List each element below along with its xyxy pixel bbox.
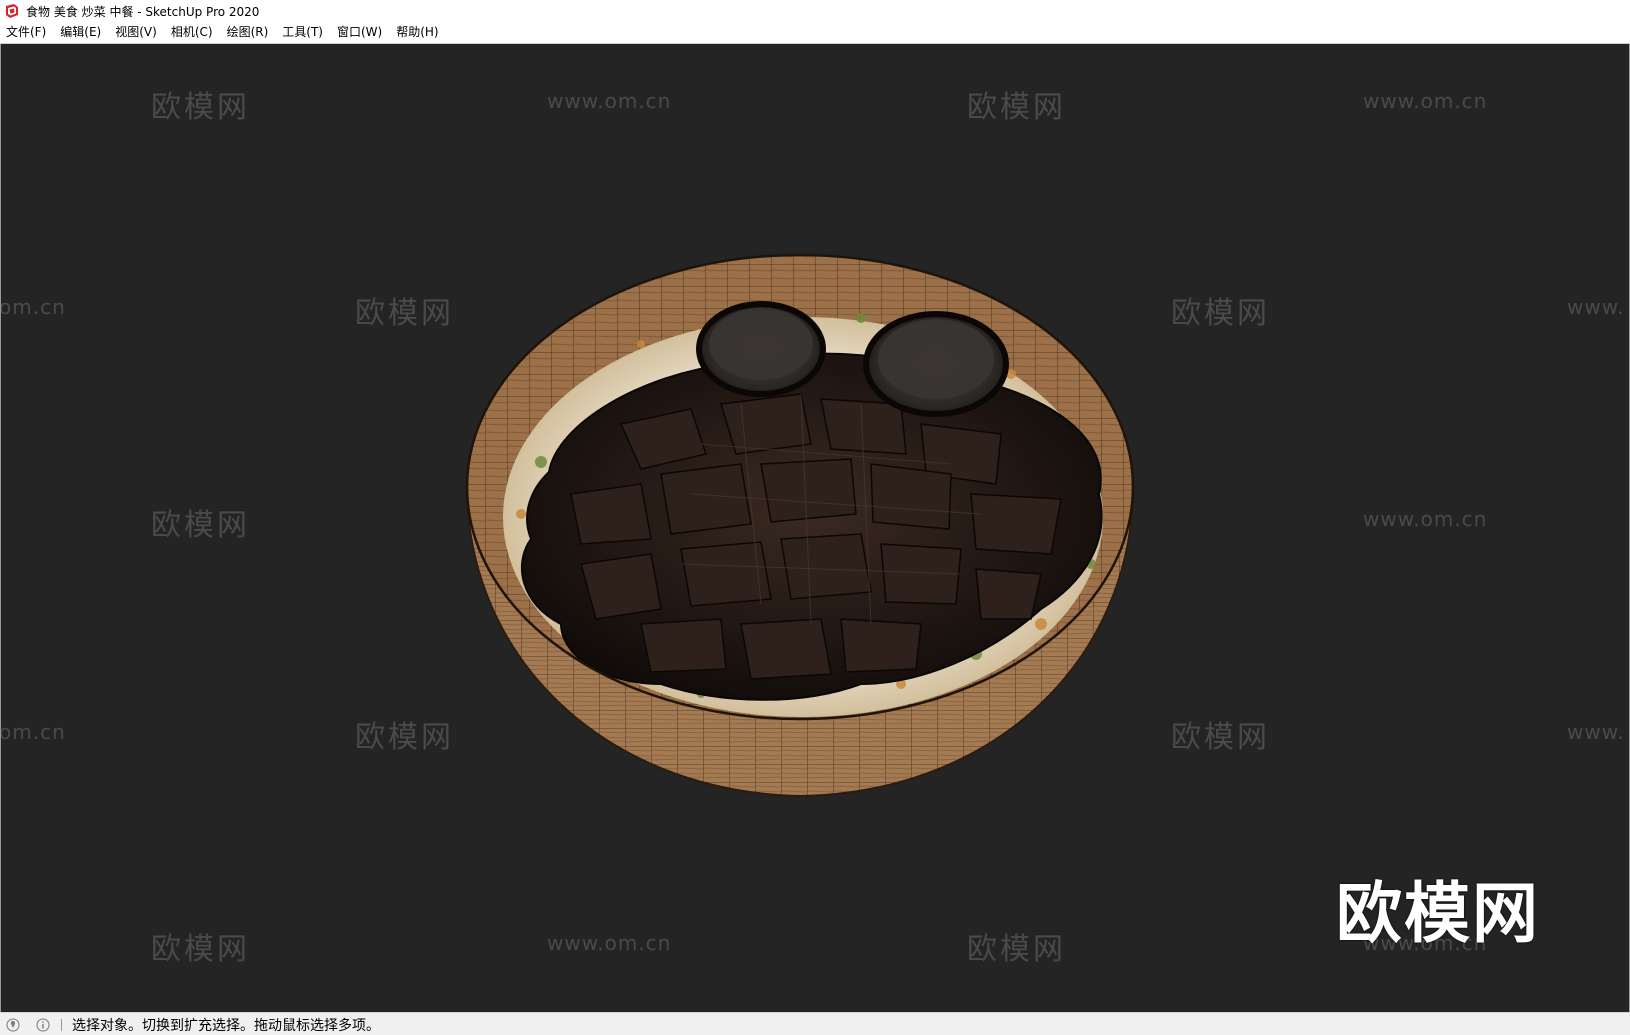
status-bar: 选择对象。切换到扩充选择。拖动鼠标选择多项。 (0, 1012, 1630, 1035)
menu-edit[interactable]: 编辑(E) (53, 23, 108, 42)
drawing-viewport[interactable]: 欧模网 www.om.cn 欧模网 www.om.cn om.cn 欧模网 欧模… (1, 44, 1629, 1012)
status-message: 选择对象。切换到扩充选择。拖动鼠标选择多项。 (72, 1017, 380, 1034)
title-bar: 食物 美食 炒菜 中餐 - SketchUp Pro 2020 (0, 0, 1630, 22)
menu-file[interactable]: 文件(F) (0, 23, 53, 42)
menu-view[interactable]: 视图(V) (108, 23, 164, 42)
menu-help[interactable]: 帮助(H) (389, 23, 445, 42)
menu-bar: 文件(F) 编辑(E) 视图(V) 相机(C) 绘图(R) 工具(T) 窗口(W… (0, 22, 1630, 44)
sketchup-window: 食物 美食 炒菜 中餐 - SketchUp Pro 2020 文件(F) 编辑… (0, 0, 1630, 1035)
sketchup-logo-icon[interactable] (4, 3, 20, 19)
status-separator (61, 1018, 62, 1031)
window-title: 食物 美食 炒菜 中餐 - SketchUp Pro 2020 (26, 4, 260, 19)
menu-camera[interactable]: 相机(C) (164, 23, 220, 42)
geolocation-icon[interactable] (5, 1017, 21, 1033)
menu-window[interactable]: 窗口(W) (330, 23, 389, 42)
menu-draw[interactable]: 绘图(R) (220, 23, 276, 42)
menu-tools[interactable]: 工具(T) (275, 23, 330, 42)
info-icon[interactable] (35, 1017, 51, 1033)
site-logo-watermark: 欧模网 (1336, 875, 1540, 952)
